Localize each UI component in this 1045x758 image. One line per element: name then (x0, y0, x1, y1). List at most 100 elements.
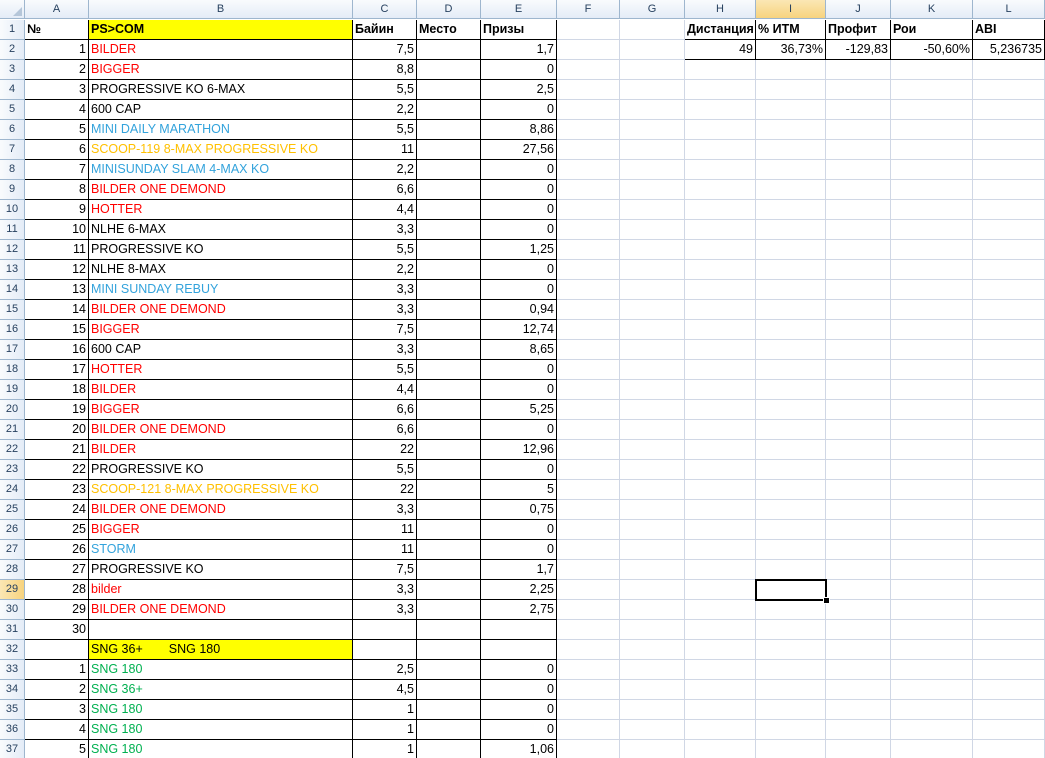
sng-row-number[interactable]: 1 (25, 660, 89, 680)
row-number[interactable]: 2 (25, 60, 89, 80)
cell-f36[interactable] (557, 720, 620, 740)
cell-f6[interactable] (557, 120, 620, 140)
row-header-8[interactable]: 8 (0, 160, 25, 180)
cell-g32[interactable] (620, 640, 685, 660)
tournament-name[interactable]: PROGRESSIVE KO 6-MAX (89, 80, 353, 100)
cell-j9[interactable] (826, 180, 891, 200)
cell-f1[interactable] (557, 20, 620, 40)
cell-l21[interactable] (973, 420, 1045, 440)
cell-i35[interactable] (756, 700, 826, 720)
row-header-20[interactable]: 20 (0, 400, 25, 420)
tournament-name[interactable]: BIGGER (89, 60, 353, 80)
prize-value[interactable]: 0 (481, 100, 557, 120)
row-header-19[interactable]: 19 (0, 380, 25, 400)
cell-f29[interactable] (557, 580, 620, 600)
row-number[interactable]: 28 (25, 580, 89, 600)
row-header-5[interactable]: 5 (0, 100, 25, 120)
cell-f20[interactable] (557, 400, 620, 420)
cell-i22[interactable] (756, 440, 826, 460)
prize-value[interactable]: 8,65 (481, 340, 557, 360)
cell-f18[interactable] (557, 360, 620, 380)
row-number[interactable]: 9 (25, 200, 89, 220)
cell-k9[interactable] (891, 180, 973, 200)
column-header-e[interactable]: E (481, 0, 557, 19)
cell-f2[interactable] (557, 40, 620, 60)
row-number[interactable]: 30 (25, 620, 89, 640)
row-header-3[interactable]: 3 (0, 60, 25, 80)
row-header-37[interactable]: 37 (0, 740, 25, 758)
cell-g33[interactable] (620, 660, 685, 680)
cell-i20[interactable] (756, 400, 826, 420)
cell-h27[interactable] (685, 540, 756, 560)
prize-value[interactable]: 5,25 (481, 400, 557, 420)
cell-h29[interactable] (685, 580, 756, 600)
buyin-value[interactable]: 2,2 (353, 160, 417, 180)
cell-h3[interactable] (685, 60, 756, 80)
prize-value[interactable]: 0 (481, 260, 557, 280)
header-ps-com[interactable]: PS>COM (89, 20, 353, 40)
prize-value[interactable]: 0 (481, 180, 557, 200)
cell-j18[interactable] (826, 360, 891, 380)
cell-f27[interactable] (557, 540, 620, 560)
cell-k26[interactable] (891, 520, 973, 540)
cell-g31[interactable] (620, 620, 685, 640)
row-header-28[interactable]: 28 (0, 560, 25, 580)
buyin-value[interactable]: 11 (353, 540, 417, 560)
cell-k11[interactable] (891, 220, 973, 240)
cell-l6[interactable] (973, 120, 1045, 140)
cell-k28[interactable] (891, 560, 973, 580)
cell-f26[interactable] (557, 520, 620, 540)
cell-j11[interactable] (826, 220, 891, 240)
cell-k19[interactable] (891, 380, 973, 400)
cell-i26[interactable] (756, 520, 826, 540)
cell-k30[interactable] (891, 600, 973, 620)
cell-l35[interactable] (973, 700, 1045, 720)
cell-j13[interactable] (826, 260, 891, 280)
cell-l10[interactable] (973, 200, 1045, 220)
buyin-value[interactable]: 5,5 (353, 240, 417, 260)
cell-l28[interactable] (973, 560, 1045, 580)
cell-g36[interactable] (620, 720, 685, 740)
prize-value[interactable]: 27,56 (481, 140, 557, 160)
cell-j37[interactable] (826, 740, 891, 758)
tournament-name[interactable]: HOTTER (89, 360, 353, 380)
cell-l17[interactable] (973, 340, 1045, 360)
row-number[interactable]: 4 (25, 100, 89, 120)
cell-g30[interactable] (620, 600, 685, 620)
prize-value[interactable]: 8,86 (481, 120, 557, 140)
cell-h25[interactable] (685, 500, 756, 520)
buyin-value[interactable]: 8,8 (353, 60, 417, 80)
cell-j31[interactable] (826, 620, 891, 640)
cell-j3[interactable] (826, 60, 891, 80)
place-value[interactable] (417, 560, 481, 580)
buyin-value[interactable]: 3,3 (353, 300, 417, 320)
row-header-15[interactable]: 15 (0, 300, 25, 320)
cell-k4[interactable] (891, 80, 973, 100)
row-number[interactable]: 8 (25, 180, 89, 200)
buyin-value[interactable]: 5,5 (353, 360, 417, 380)
cell-i36[interactable] (756, 720, 826, 740)
cell-i30[interactable] (756, 600, 826, 620)
sng-place[interactable] (417, 740, 481, 758)
row-header-24[interactable]: 24 (0, 480, 25, 500)
cell-h10[interactable] (685, 200, 756, 220)
header-number[interactable]: № (25, 20, 89, 40)
cell-g23[interactable] (620, 460, 685, 480)
place-value[interactable] (417, 380, 481, 400)
cell-h23[interactable] (685, 460, 756, 480)
cell-g13[interactable] (620, 260, 685, 280)
cell-j21[interactable] (826, 420, 891, 440)
cell-j30[interactable] (826, 600, 891, 620)
place-value[interactable] (417, 320, 481, 340)
cell-h7[interactable] (685, 140, 756, 160)
column-header-j[interactable]: J (826, 0, 891, 19)
tournament-name[interactable]: HOTTER (89, 200, 353, 220)
sng-header[interactable]: SNG 36+ SNG 180 (89, 640, 353, 660)
place-value[interactable] (417, 80, 481, 100)
row-header-16[interactable]: 16 (0, 320, 25, 340)
cell-k32[interactable] (891, 640, 973, 660)
row-header-30[interactable]: 30 (0, 600, 25, 620)
row-header-11[interactable]: 11 (0, 220, 25, 240)
cell-k24[interactable] (891, 480, 973, 500)
cell-j29[interactable] (826, 580, 891, 600)
